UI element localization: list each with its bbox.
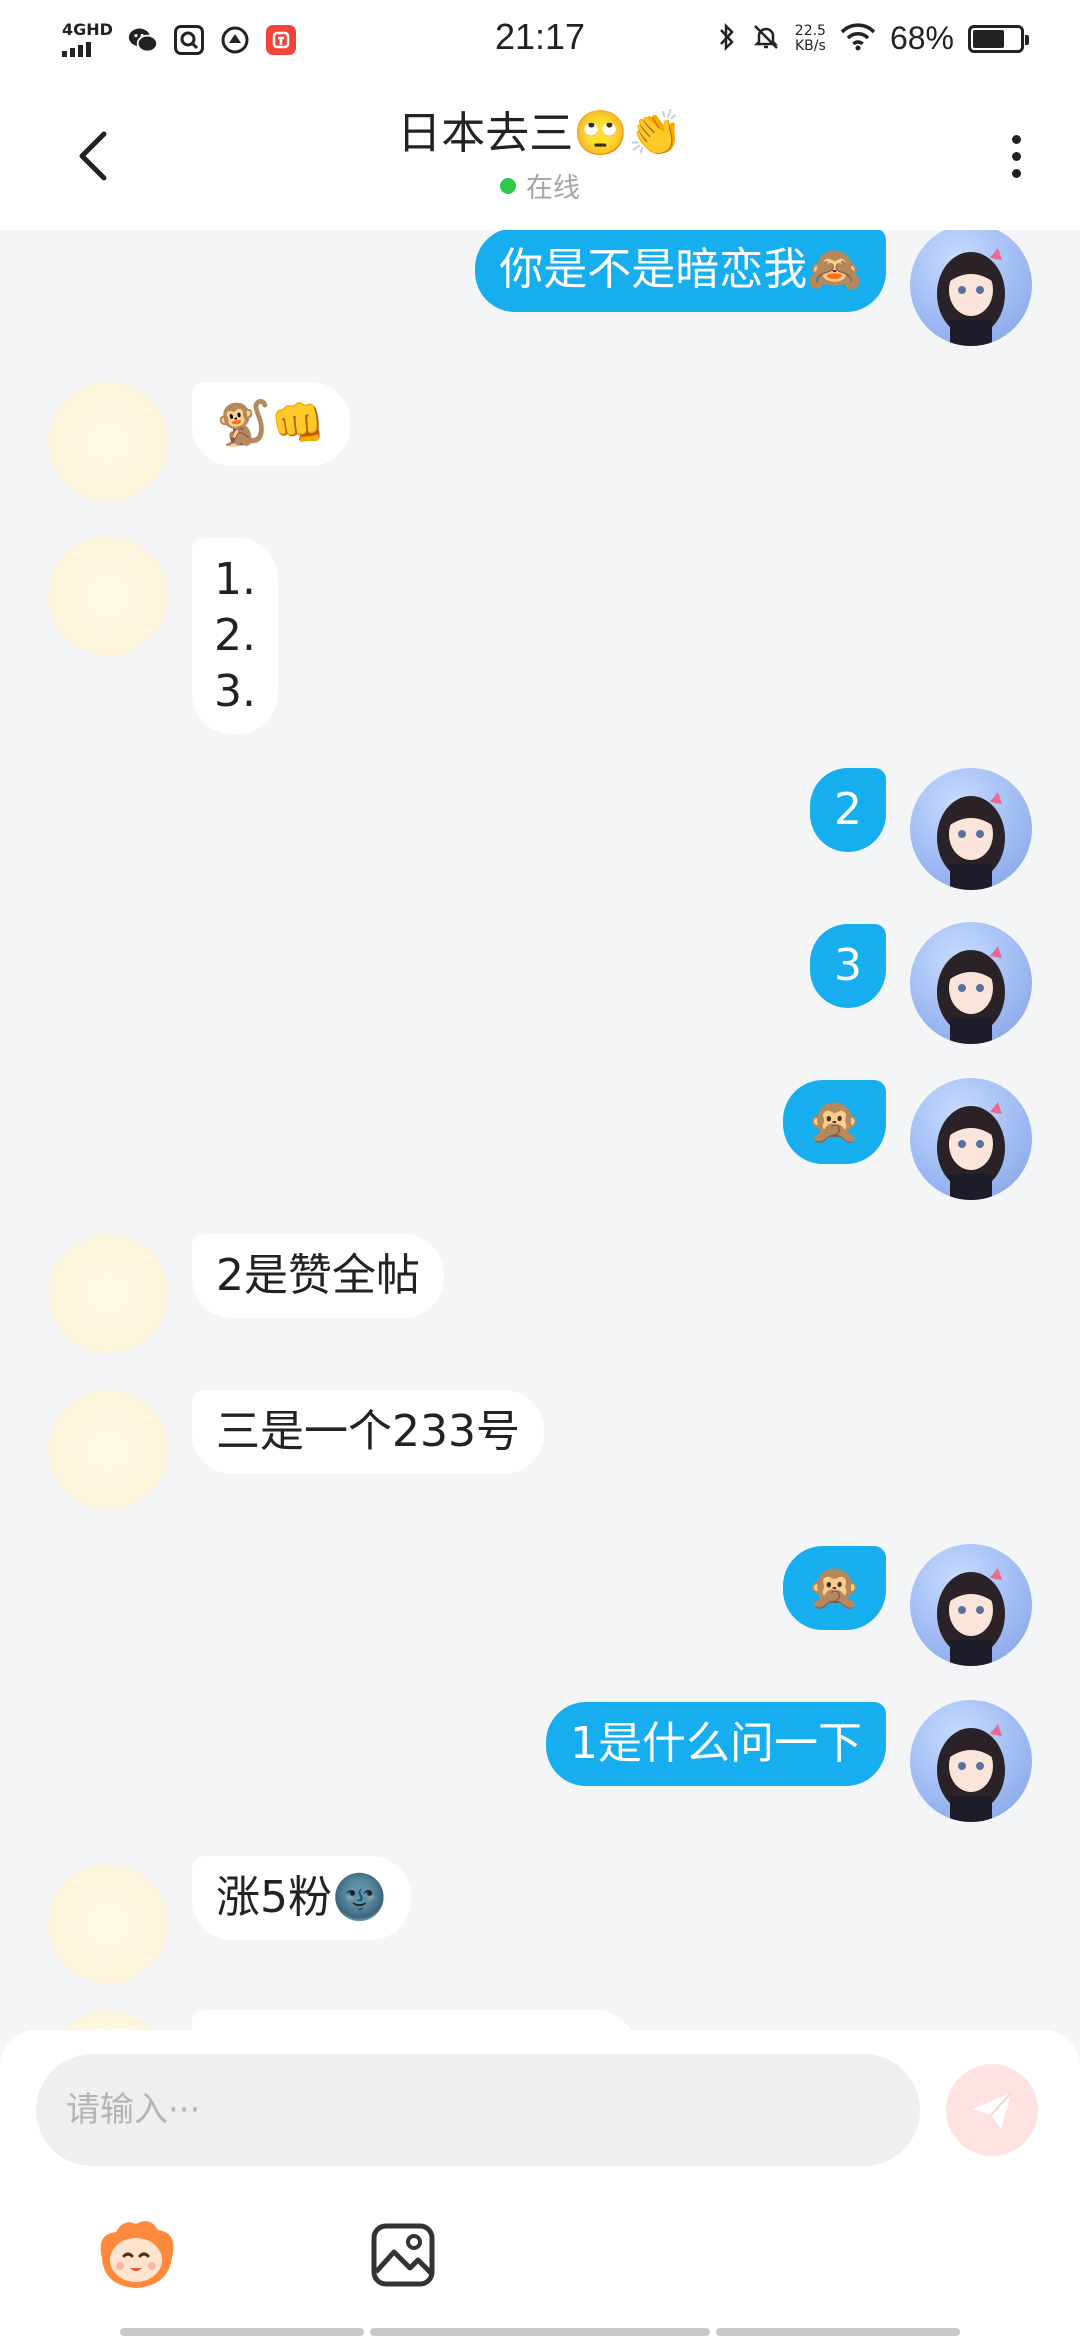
status-bar-right: 22.5 KB/s 68% — [717, 20, 1029, 57]
message-bubble-received[interactable]: 涨5粉🌚 — [192, 1856, 411, 1940]
message-bubble-sent[interactable]: 🙊 — [783, 1080, 886, 1164]
message-bubble-sent[interactable]: 🙊 — [783, 1546, 886, 1630]
mute-icon — [751, 22, 781, 56]
chat-title: 日本去三🙄👏 — [397, 108, 683, 159]
my-avatar[interactable] — [910, 230, 1032, 346]
message-list[interactable]: 你是不是暗恋我🙈 🐒👊 1. 2. 3. 2 3 🙊 2是赞全帖 三是一个233… — [0, 230, 1080, 2030]
battery-percent: 68% — [889, 20, 954, 56]
more-dot-icon — [1011, 134, 1021, 144]
online-status: 在线 — [500, 166, 580, 205]
title-area: 日本去三🙄👏 在线 — [0, 106, 1080, 205]
contact-avatar[interactable] — [48, 1390, 168, 1510]
contact-avatar[interactable] — [48, 536, 168, 656]
status-bar: 4GHD 21:17 22.5 KB/s 68% — [0, 0, 1080, 84]
my-avatar[interactable] — [910, 922, 1032, 1044]
send-button[interactable] — [946, 2064, 1038, 2156]
message-input[interactable] — [36, 2054, 920, 2166]
message-bubble-sent[interactable]: 2 — [810, 768, 886, 852]
image-picker-button[interactable] — [370, 2222, 436, 2288]
send-icon — [973, 2092, 1012, 2129]
message-bubble-received[interactable]: 2是赞全帖 — [192, 1234, 444, 1318]
more-dot-icon — [1011, 168, 1021, 178]
my-avatar[interactable] — [910, 1700, 1032, 1822]
my-avatar[interactable] — [910, 1544, 1032, 1666]
speed-unit: KB/s — [794, 37, 826, 54]
nav-indicator — [716, 2328, 960, 2336]
contact-avatar[interactable] — [48, 382, 168, 502]
message-bubble-received[interactable]: 1. 2. 3. — [192, 538, 278, 734]
online-dot-icon — [500, 177, 516, 194]
contact-avatar[interactable] — [48, 1864, 168, 1984]
battery-icon — [968, 24, 1029, 53]
my-avatar[interactable] — [910, 1078, 1032, 1200]
contact-avatar[interactable] — [48, 2010, 168, 2030]
wifi-icon — [840, 22, 876, 55]
message-bubble-sent[interactable]: 1是什么问一下 — [546, 1702, 886, 1786]
contact-avatar[interactable] — [48, 1234, 168, 1354]
network-speed: 22.5 KB/s — [794, 22, 826, 54]
more-dot-icon — [1011, 151, 1021, 161]
message-bubble-sent[interactable]: 你是不是暗恋我🙈 — [475, 230, 886, 312]
more-options-button[interactable] — [996, 126, 1036, 186]
my-avatar[interactable] — [910, 768, 1032, 890]
mascot-emoji-icon — [100, 2221, 174, 2288]
message-bubble-sent[interactable]: 3 — [810, 924, 886, 1008]
nav-indicator — [120, 2328, 364, 2336]
battery-fill — [973, 29, 1005, 48]
message-bubble-received[interactable]: 三是一个233号 — [192, 1390, 544, 1474]
message-bubble-received[interactable]: 🐒👊 — [192, 382, 350, 466]
message-bubble-received[interactable] — [192, 2010, 636, 2030]
bluetooth-icon — [717, 22, 737, 56]
online-status-text: 在线 — [526, 173, 580, 204]
speed-value: 22.5 — [794, 22, 826, 39]
nav-indicator — [370, 2328, 710, 2336]
chat-header: 日本去三🙄👏 在线 — [0, 84, 1080, 230]
emoji-button[interactable] — [94, 2214, 178, 2298]
input-panel — [0, 2030, 1080, 2340]
image-icon — [371, 2223, 435, 2287]
